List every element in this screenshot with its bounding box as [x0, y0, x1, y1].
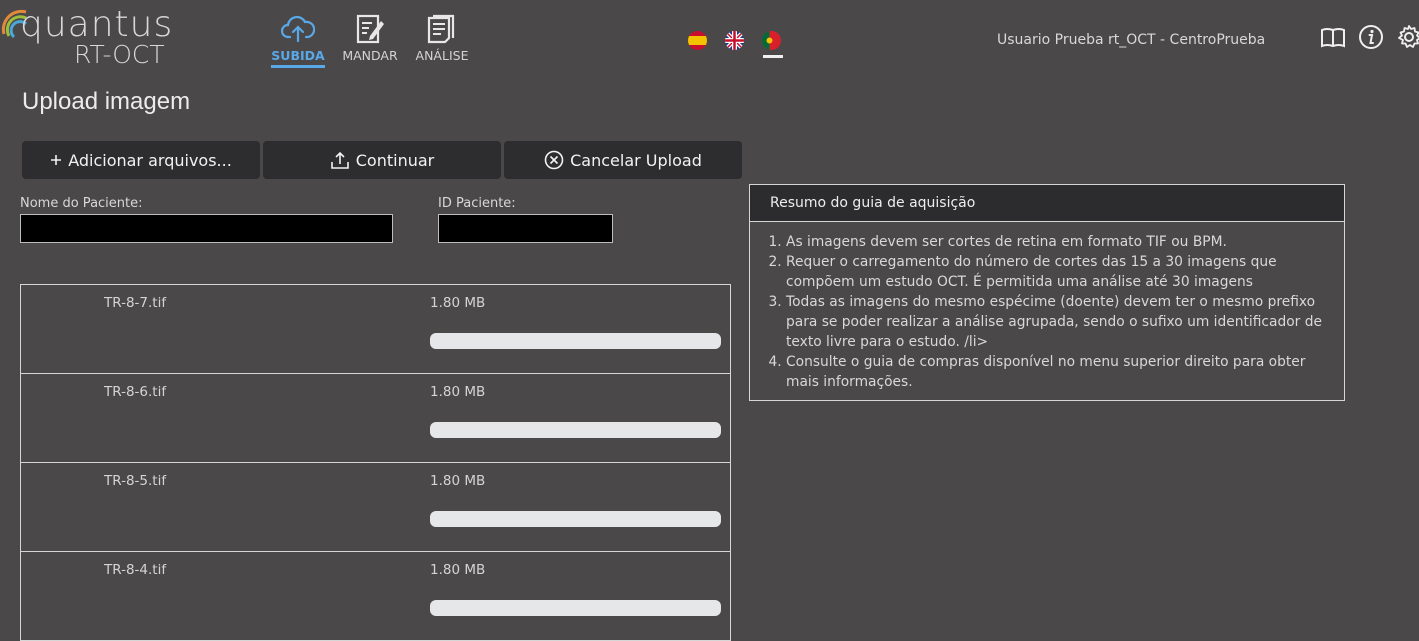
language-selector: [688, 31, 781, 50]
add-files-button[interactable]: Adicionar arquivos...: [22, 141, 260, 179]
guide-list: As imagens devem ser cortes de retina em…: [764, 232, 1332, 392]
file-size: 1.80 MB: [430, 295, 486, 311]
file-name: TR-8-5.tif: [104, 473, 167, 489]
patient-name-input[interactable]: [20, 214, 393, 243]
main-nav: SUBIDA MANDAR ANÁLISE: [262, 12, 478, 68]
cancel-upload-label: Cancelar Upload: [570, 150, 702, 170]
guide-item: As imagens devem ser cortes de retina em…: [786, 232, 1332, 252]
plus-icon: [50, 154, 62, 166]
continue-button[interactable]: Continuar: [263, 141, 501, 179]
nav-item-analise[interactable]: ANÁLISE: [406, 12, 478, 68]
document-list-icon: [427, 14, 455, 44]
file-size: 1.80 MB: [430, 473, 486, 489]
file-row: TR-8-6.tif 1.80 MB: [21, 374, 730, 463]
file-name: TR-8-7.tif: [104, 295, 167, 311]
upload-progress-bar: [430, 600, 721, 616]
cancel-circle-icon: [544, 150, 564, 170]
file-size: 1.80 MB: [430, 562, 486, 578]
upload-progress-bar: [430, 333, 721, 349]
page-title: Upload imagem: [22, 88, 191, 115]
info-icon[interactable]: [1358, 24, 1384, 50]
guide-item: Todas as imagens do mesmo espécime (doen…: [786, 292, 1332, 352]
add-files-label: Adicionar arquivos...: [68, 150, 232, 170]
settings-gear-icon[interactable]: [1396, 24, 1419, 50]
file-row: TR-8-7.tif 1.80 MB: [21, 285, 730, 374]
upload-icon: [330, 150, 350, 170]
uk-flag-icon[interactable]: [725, 31, 744, 50]
upload-progress-bar: [430, 422, 721, 438]
guide-item: Requer o carregamento do número de corte…: [786, 252, 1332, 292]
patient-name-label: Nome do Paciente:: [20, 196, 143, 211]
quantus-logo: quantus RT-OCT: [0, 2, 180, 69]
guide-title: Resumo do guia de aquisição: [750, 185, 1344, 222]
continue-label: Continuar: [355, 150, 435, 170]
portugal-flag-icon[interactable]: [762, 31, 781, 50]
file-row: TR-8-5.tif 1.80 MB: [21, 463, 730, 552]
logo-word: quantus: [20, 4, 174, 45]
upload-progress-bar: [430, 511, 721, 527]
edit-document-icon: [356, 14, 384, 44]
patient-id-input[interactable]: [438, 214, 613, 243]
spain-flag-icon[interactable]: [688, 31, 707, 50]
logo-subtitle: RT-OCT: [74, 40, 165, 69]
cancel-upload-button[interactable]: Cancelar Upload: [504, 141, 742, 179]
nav-label-analise: ANÁLISE: [415, 48, 469, 63]
cloud-upload-icon: [281, 15, 315, 43]
nav-label-subida: SUBIDA: [271, 47, 325, 68]
active-language-indicator: [763, 55, 783, 58]
nav-item-mandar[interactable]: MANDAR: [334, 12, 406, 68]
patient-id-label: ID Paciente:: [438, 196, 516, 211]
file-name: TR-8-6.tif: [104, 384, 167, 400]
nav-item-subida[interactable]: SUBIDA: [262, 12, 334, 68]
file-row: TR-8-4.tif 1.80 MB: [21, 552, 730, 641]
manual-book-icon[interactable]: [1320, 24, 1346, 50]
upload-actions: Adicionar arquivos... Continuar Cancelar…: [22, 141, 742, 179]
header-tools: [1320, 24, 1419, 50]
file-list: TR-8-7.tif 1.80 MB TR-8-6.tif 1.80 MB TR…: [20, 284, 731, 641]
file-size: 1.80 MB: [430, 384, 486, 400]
guide-body: As imagens devem ser cortes de retina em…: [750, 222, 1344, 400]
guide-item: Consulte o guia de compras disponível no…: [786, 352, 1332, 392]
user-label[interactable]: Usuario Prueba rt_OCT - CentroPrueba: [997, 32, 1265, 48]
acquisition-guide-panel: Resumo do guia de aquisição As imagens d…: [749, 184, 1345, 401]
file-name: TR-8-4.tif: [104, 562, 167, 578]
nav-label-mandar: MANDAR: [342, 48, 398, 63]
